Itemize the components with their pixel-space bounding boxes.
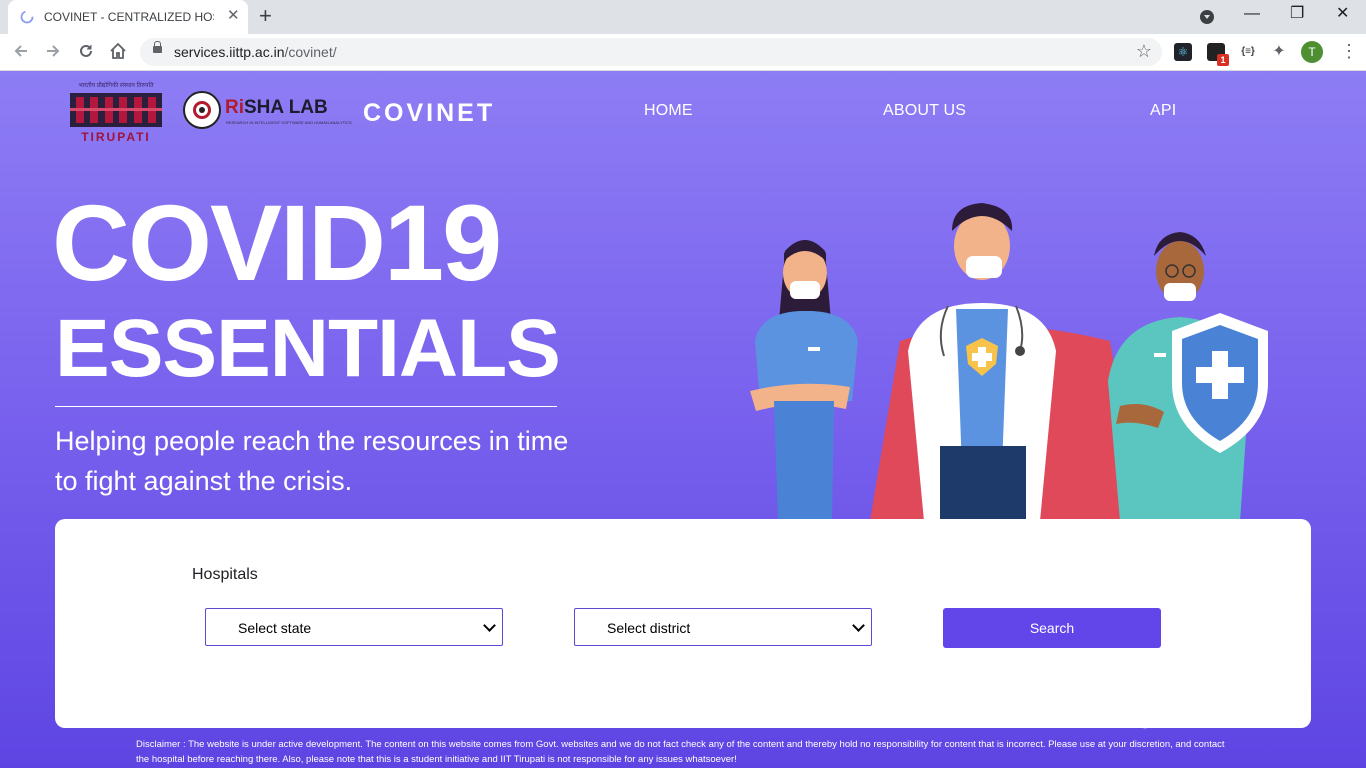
forward-icon[interactable] (44, 42, 62, 60)
star-icon[interactable]: ☆ (1136, 41, 1152, 62)
district-select[interactable]: Select district (574, 608, 872, 646)
nav-home[interactable]: HOME (644, 102, 693, 120)
watermark-line1: Activate Windows (1073, 689, 1223, 710)
browser-tab-bar: COVINET - CENTRALIZED HOSPITALS ✕ + — ❐ … (0, 0, 1366, 34)
state-select-value: Select state (238, 620, 312, 636)
reload-icon[interactable] (77, 42, 95, 60)
profile-avatar[interactable]: T (1301, 41, 1323, 63)
page-body: भारतीय प्रौद्योगिकी संस्थान तिरुपति TIRU… (0, 71, 1366, 768)
doctor-center-figure (870, 203, 1140, 521)
back-icon[interactable] (12, 42, 30, 60)
extension-badge: 1 (1217, 54, 1229, 66)
risha-emblem-icon (183, 91, 221, 129)
iit-emblem-icon (70, 93, 162, 127)
risha-lab-tagline: RESEARCH IN INTELLIGENT SOFTWARE AND HUM… (226, 120, 352, 125)
hero-title-line1: COVID19 (52, 182, 502, 303)
minimize-button[interactable]: — (1244, 4, 1260, 24)
close-window-button[interactable]: ✕ (1336, 4, 1349, 24)
hero-title-line2: ESSENTIALS (55, 303, 561, 394)
browser-tab[interactable]: COVINET - CENTRALIZED HOSPITALS ✕ (8, 0, 248, 34)
extensions-puzzle-icon[interactable]: ✦ (1270, 43, 1288, 61)
new-tab-button[interactable]: + (259, 4, 272, 28)
disclaimer-text: Disclaimer : The website is under active… (136, 739, 1225, 765)
tab-title: COVINET - CENTRALIZED HOSPITALS (44, 10, 214, 24)
search-button[interactable]: Search (943, 608, 1161, 648)
watermark-line2: Go to Settings to activate Windows. (1073, 714, 1279, 729)
tab-close-icon[interactable]: ✕ (227, 8, 240, 24)
iit-tirupati-logo[interactable]: भारतीय प्रौद्योगिकी संस्थान तिरुपति TIRU… (70, 81, 162, 144)
hospitals-label: Hospitals (192, 566, 258, 583)
chevron-down-icon (483, 619, 496, 632)
json-viewer-icon[interactable]: {≡} (1239, 43, 1257, 61)
state-select[interactable]: Select state (205, 608, 503, 646)
risha-lab-logo[interactable]: RiSHA LAB RESEARCH IN INTELLIGENT SOFTWA… (183, 91, 352, 133)
profile-menu-icon[interactable] (1200, 10, 1214, 24)
restore-button[interactable]: ❐ (1290, 4, 1304, 24)
hero-divider (55, 406, 557, 407)
home-icon[interactable] (108, 41, 128, 61)
react-devtools-icon[interactable]: ⚛ (1174, 43, 1192, 61)
lock-icon[interactable] (153, 41, 162, 53)
iit-devanagari-text: भारतीय प्रौद्योगिकी संस्थान तिरुपति (78, 83, 154, 89)
url-text[interactable]: services.iittp.ac.in/covinet/ (174, 44, 337, 60)
menu-icon[interactable]: ⋮ (1340, 41, 1358, 61)
district-select-value: Select district (607, 620, 691, 636)
nurse-right-figure (1108, 232, 1268, 521)
loading-favicon-icon (20, 10, 34, 24)
hero-tagline: Helping people reach the resources in ti… (55, 426, 569, 496)
risha-lab-name: RiSHA LAB (225, 97, 328, 118)
activate-windows-watermark: Activate Windows Go to Settings to activ… (1073, 689, 1278, 729)
address-bar[interactable]: services.iittp.ac.in/covinet/ ☆ (140, 38, 1162, 66)
browser-toolbar: services.iittp.ac.in/covinet/ ☆ ⚛ 1 {≡} … (0, 34, 1366, 71)
chevron-down-icon (852, 619, 865, 632)
iit-city-text: TIRUPATI (81, 130, 151, 144)
nav-about-us[interactable]: ABOUT US (883, 102, 966, 120)
healthcare-workers-illustration (750, 203, 1268, 521)
nurse-left-figure (750, 240, 858, 521)
brand-title[interactable]: COVINET (363, 99, 495, 128)
nav-api[interactable]: API (1150, 102, 1176, 120)
